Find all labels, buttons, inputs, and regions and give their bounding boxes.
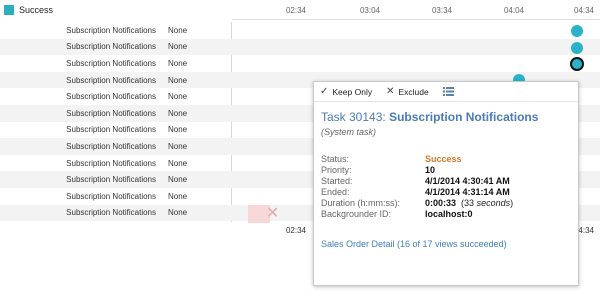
row-task: Subscription Notifications [66, 75, 156, 85]
field-status: Status: Success [321, 154, 570, 165]
field-label: Backgrounder ID: [321, 209, 392, 219]
duration-paren-open: (33 [461, 198, 475, 208]
task-mark[interactable] [571, 25, 583, 37]
field-priority: Priority: 10 [321, 165, 570, 176]
field-label: Priority: [321, 165, 352, 175]
row-status: None [168, 141, 188, 151]
axis-tick: 03:04 [359, 6, 381, 15]
field-label: Ended: [321, 187, 350, 197]
view-data-button[interactable] [442, 87, 454, 96]
legend-swatch [4, 5, 14, 15]
priority-value: 10 [425, 165, 436, 175]
row-task: Subscription Notifications [66, 175, 156, 185]
field-duration: Duration (h:mm:ss): 0:00:33 (33 seconds) [321, 198, 570, 209]
row-task: Subscription Notifications [66, 108, 156, 118]
row-task: Subscription Notifications [66, 125, 156, 135]
table-row[interactable]: Subscription Notifications None [0, 22, 600, 39]
axis-tick: 04:34 [573, 6, 595, 15]
field-ended: Ended: 4/1/2014 4:31:14 AM [321, 187, 570, 198]
legend-success[interactable]: Success [0, 0, 230, 20]
exclude-label: Exclude [398, 86, 429, 97]
axis-tick: 02:34 [285, 226, 307, 235]
tooltip-toolbar: ✓ Keep Only ✕ Exclude [314, 82, 578, 102]
table-row[interactable]: Subscription Notifications None [0, 38, 600, 56]
row-task: Subscription Notifications [66, 191, 156, 201]
keep-only-button[interactable]: ✓ Keep Only [320, 86, 372, 97]
backgrounder-value: localhost:0 [425, 209, 473, 219]
axis-tick: 03:34 [431, 6, 453, 15]
duration-paren-close: ) [510, 198, 514, 208]
row-task: Subscription Notifications [66, 58, 156, 68]
tooltip-title: Task 30143: Subscription Notifications [321, 109, 570, 125]
row-status: None [168, 208, 188, 218]
row-status: None [168, 58, 188, 68]
legend-label: Success [19, 5, 54, 15]
task-id: Task 30143: [321, 110, 386, 124]
row-task: Subscription Notifications [66, 208, 156, 218]
row-status: None [168, 158, 188, 168]
duration-seconds: (33 seconds) [461, 198, 513, 209]
axis-tick: 04:04 [503, 6, 525, 15]
time-axis-top: 02:34 03:04 03:34 04:04 04:34 [232, 0, 600, 20]
duration-seconds-word: seconds [476, 198, 511, 208]
row-task: Subscription Notifications [66, 25, 156, 35]
grid-icon [442, 87, 454, 96]
related-views-link[interactable]: Sales Order Detail (16 of 17 views succe… [321, 239, 570, 249]
field-started: Started: 4/1/2014 4:30:41 AM [321, 176, 570, 187]
task-tooltip: ✓ Keep Only ✕ Exclude Task 30143: Subscr… [313, 81, 579, 286]
task-name: Subscription Notifications [389, 110, 539, 124]
row-task: Subscription Notifications [66, 141, 156, 151]
row-status: None [168, 25, 188, 35]
exclude-button[interactable]: ✕ Exclude [386, 86, 429, 97]
field-label: Started: [321, 176, 353, 186]
row-status: None [168, 175, 188, 185]
row-status: None [168, 108, 188, 118]
row-status: None [168, 75, 188, 85]
ended-value: 4/1/2014 4:31:14 AM [425, 187, 510, 197]
row-status: None [168, 92, 188, 102]
row-task: Subscription Notifications [66, 158, 156, 168]
row-status: None [168, 191, 188, 201]
field-backgrounder: Backgrounder ID: localhost:0 [321, 209, 570, 220]
task-type: (System task) [321, 127, 377, 137]
started-value: 4/1/2014 4:30:41 AM [425, 176, 510, 186]
axis-tick: 02:34 [285, 6, 307, 15]
keep-only-label: Keep Only [332, 86, 373, 97]
task-mark[interactable] [571, 42, 583, 54]
task-mark-selected[interactable] [570, 57, 584, 71]
row-task: Subscription Notifications [66, 42, 156, 52]
task-fields: Status: Success Priority: 10 Started: 4/… [321, 154, 570, 220]
table-row[interactable]: Subscription Notifications None [0, 55, 600, 72]
checkmark-icon: ✓ [320, 86, 329, 97]
field-label: Status: [321, 154, 350, 164]
row-status: None [168, 42, 188, 52]
row-task: Subscription Notifications [66, 92, 156, 102]
duration-value: 0:00:33 [425, 198, 457, 208]
status-value: Success [425, 154, 462, 164]
x-icon: ✕ [386, 86, 395, 97]
field-label: Duration (h:mm:ss): [321, 198, 401, 208]
row-status: None [168, 125, 188, 135]
failure-x-icon: ✕ [266, 203, 280, 222]
